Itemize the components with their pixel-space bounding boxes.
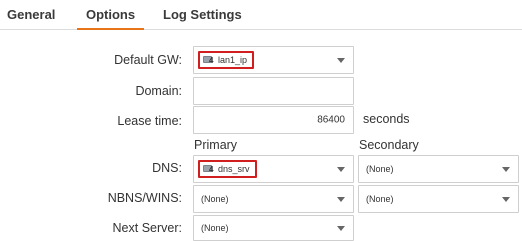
chevron-down-icon [502,167,510,172]
lease-time-label: Lease time: [117,114,182,128]
tab-options[interactable]: Options [77,7,145,30]
next-server-value: (None) [201,223,229,233]
dns-secondary-select[interactable]: (None) [358,155,519,183]
chevron-down-icon [337,167,345,172]
lease-time-unit: seconds [363,112,410,126]
dns-primary-selected-chip: 4 dns_srv [198,160,257,178]
default-gw-select[interactable]: 4 lan1_ip [193,46,354,74]
secondary-column-header: Secondary [359,138,419,152]
chevron-down-icon [337,58,345,63]
dhcp-options-panel: General Options Log Settings Default GW:… [0,0,522,241]
address-object-icon: 4 [203,55,215,65]
default-gw-selected-chip: 4 lan1_ip [198,51,255,69]
nbns-primary-value: (None) [201,194,229,204]
chevron-down-icon [502,197,510,202]
domain-input[interactable] [193,77,354,105]
next-server-select[interactable]: (None) [193,215,354,241]
nbns-wins-label: NBNS/WINS: [107,191,182,205]
chevron-down-icon [337,197,345,202]
primary-column-header: Primary [194,138,238,152]
dns-label: DNS: [152,161,182,175]
default-gw-value: lan1_ip [218,55,248,65]
default-gw-label: Default GW: [114,53,182,67]
next-server-label: Next Server: [112,221,182,235]
dns-primary-select[interactable]: 4 dns_srv [193,155,354,183]
address-object-icon: 4 [203,164,215,174]
dns-secondary-value: (None) [366,164,394,174]
tab-bar: General Options Log Settings [0,0,522,30]
tab-log-settings[interactable]: Log Settings [163,7,242,30]
nbns-primary-select[interactable]: (None) [193,185,354,213]
chevron-down-icon [337,226,345,231]
nbns-secondary-select[interactable]: (None) [358,185,519,213]
tab-general[interactable]: General [7,7,55,30]
dns-primary-value: dns_srv [218,164,250,174]
lease-time-value: 86400 [317,114,345,126]
nbns-secondary-value: (None) [366,194,394,204]
lease-time-input[interactable]: 86400 [193,106,354,134]
domain-label: Domain: [135,84,182,98]
